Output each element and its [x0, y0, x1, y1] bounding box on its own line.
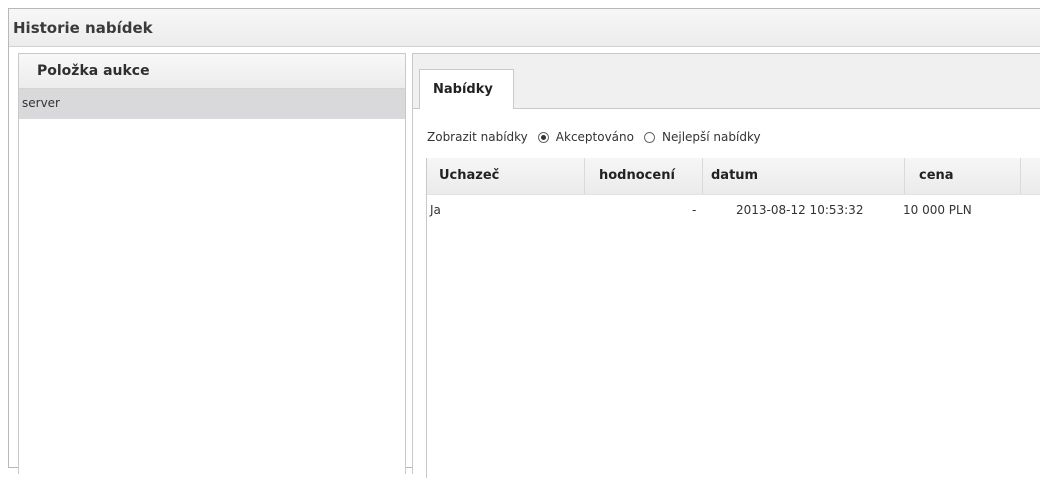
auction-item-panel: Položka aukce server [18, 53, 406, 474]
bid-history-window: Historie nabídek Položka aukce server Na… [8, 8, 1040, 478]
column-header-price[interactable]: cena [905, 158, 1021, 194]
radio-best-bids[interactable] [644, 131, 655, 143]
auction-item-header-label: Položka aukce [37, 63, 150, 79]
filter-label: Zobrazit nabídky [427, 130, 528, 144]
bid-filter: Zobrazit nabídky Akceptováno Nejlepší na… [427, 130, 761, 144]
list-item[interactable]: server [19, 89, 405, 119]
table-row[interactable]: Ja - 2013-08-12 10:53:32 10 000 PLN [427, 195, 1040, 227]
cell-bidder: Ja [430, 203, 441, 217]
cell-price: 10 000 PLN [903, 203, 972, 217]
tab-strip: Nabídky [413, 54, 1040, 109]
radio-accepted-label[interactable]: Akceptováno [556, 130, 634, 144]
tab-bids[interactable]: Nabídky [419, 69, 514, 109]
column-header-date[interactable]: datum [703, 158, 905, 194]
table-left-border [426, 158, 427, 478]
cell-date: 2013-08-12 10:53:32 [736, 203, 864, 217]
window-title: Historie nabídek [13, 19, 153, 37]
column-header-rating[interactable]: hodnocení [585, 158, 703, 194]
title-bar: Historie nabídek [9, 9, 1040, 47]
bids-table: Uchazeč hodnocení datum cena Ja - 2013-0… [427, 158, 1040, 227]
cell-rating: - [692, 203, 697, 217]
radio-accepted[interactable] [537, 131, 549, 143]
tab-bids-label: Nabídky [433, 82, 493, 97]
radio-best-bids-label[interactable]: Nejlepší nabídky [662, 130, 761, 144]
column-header-bidder[interactable]: Uchazeč [427, 158, 585, 194]
list-item-label: server [22, 96, 60, 110]
bids-panel: Nabídky Zobrazit nabídky Akceptováno Nej… [412, 53, 1040, 478]
auction-item-header: Položka aukce [19, 54, 405, 89]
table-header: Uchazeč hodnocení datum cena [427, 158, 1040, 195]
